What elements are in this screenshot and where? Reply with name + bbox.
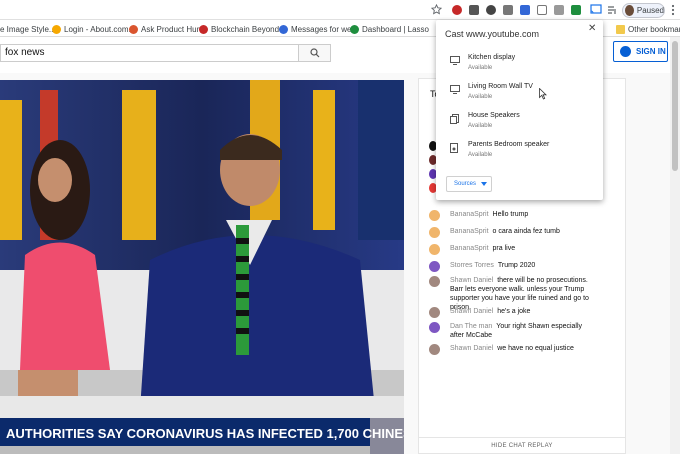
extension-icon[interactable] xyxy=(469,5,479,15)
extension-icon[interactable] xyxy=(503,5,513,15)
chat-avatar xyxy=(429,261,440,272)
bookmark-item[interactable]: Ask Product Hunt xyxy=(129,23,203,35)
chat-avatar xyxy=(429,322,440,333)
extension-icon[interactable] xyxy=(571,5,581,15)
chat-message: BananaSprit pra live xyxy=(429,244,597,255)
chat-avatar xyxy=(429,344,440,355)
news-chyron: AUTHORITIES SAY CORONAVIRUS HAS INFECTED… xyxy=(6,426,404,441)
extension-icon[interactable] xyxy=(486,5,496,15)
chat-avatar xyxy=(429,227,440,238)
chat-avatar xyxy=(429,210,440,221)
chat-avatar xyxy=(429,276,440,287)
chat-message: Dan The man Your right Shawn especially a… xyxy=(429,322,597,340)
search-button[interactable] xyxy=(298,44,331,62)
bookmark-item[interactable]: Dashboard | Lasso xyxy=(350,23,429,35)
chevron-down-icon xyxy=(481,182,488,186)
search-input[interactable]: fox news xyxy=(0,44,298,62)
cast-device-kitchen-display[interactable]: Kitchen display Available xyxy=(436,50,603,79)
cast-device-house-speakers[interactable]: House Speakers Available xyxy=(436,108,603,137)
extension-icon[interactable] xyxy=(452,5,462,15)
extension-icon[interactable] xyxy=(554,5,564,15)
chrome-menu-icon[interactable] xyxy=(670,4,676,16)
folder-icon xyxy=(616,24,625,34)
speaker-group-icon xyxy=(450,114,459,124)
browser-toolbar: Paused xyxy=(0,0,680,20)
avatar xyxy=(625,5,634,16)
profile-button[interactable]: Paused xyxy=(622,3,665,18)
sign-in-button[interactable]: SIGN IN xyxy=(613,41,668,62)
bookmark-item[interactable]: Blockchain Beyond... xyxy=(199,23,286,35)
scrollbar-thumb[interactable] xyxy=(672,41,678,171)
video-frame: AUTHORITIES SAY CORONAVIRUS HAS INFECTED… xyxy=(0,80,404,454)
bookmark-favicon-icon xyxy=(279,24,288,34)
star-icon[interactable] xyxy=(431,4,442,15)
bookmark-item[interactable]: e Image Style... xyxy=(0,23,56,35)
mouse-cursor-icon xyxy=(539,88,547,100)
bookmark-item[interactable]: Other bookmarks xyxy=(616,23,680,35)
video-player[interactable]: AUTHORITIES SAY CORONAVIRUS HAS INFECTED… xyxy=(0,80,404,454)
chat-message: Shawn Daniel he's a joke xyxy=(429,307,597,318)
cast-device-living-room-wall-tv[interactable]: Living Room Wall TV Available xyxy=(436,79,603,108)
extension-icon[interactable] xyxy=(520,5,530,15)
chat-avatar xyxy=(429,244,440,255)
tv-icon xyxy=(450,85,460,94)
page-scrollbar[interactable] xyxy=(670,37,680,454)
profile-status: Paused xyxy=(636,6,664,15)
hide-chat-replay-button[interactable]: HIDE CHAT REPLAY xyxy=(419,437,625,453)
cast-icon[interactable] xyxy=(590,4,602,15)
chat-message: Storres Torres Trump 2020 xyxy=(429,261,597,272)
bookmark-favicon-icon xyxy=(52,24,61,34)
close-icon[interactable]: ✕ xyxy=(588,23,596,34)
speaker-icon xyxy=(450,143,458,153)
bookmark-item[interactable]: Login - About.com... xyxy=(52,23,135,35)
tv-icon xyxy=(450,56,460,65)
cast-device-parents-bedroom-speaker[interactable]: Parents Bedroom speaker Available xyxy=(436,137,603,166)
bookmark-favicon-icon xyxy=(350,24,359,34)
chat-message: Shawn Daniel we have no equal justice xyxy=(429,344,597,355)
cast-title: Cast www.youtube.com xyxy=(445,29,540,39)
bookmark-item[interactable]: Messages for web xyxy=(279,23,356,35)
search-icon xyxy=(309,48,319,58)
bookmark-favicon-icon xyxy=(199,24,208,34)
media-control-icon[interactable] xyxy=(607,5,617,15)
chat-avatar xyxy=(429,307,440,318)
bookmark-favicon-icon xyxy=(129,24,138,34)
extension-icon[interactable] xyxy=(537,5,547,15)
cast-dialog: Cast www.youtube.com ✕ Kitchen display A… xyxy=(436,20,603,200)
chat-message: BananaSprit Hello trump xyxy=(429,210,597,221)
chat-message: BananaSprit o cara ainda fez tumb xyxy=(429,227,597,238)
account-icon xyxy=(620,46,631,57)
sources-dropdown[interactable]: Sources xyxy=(446,176,492,192)
